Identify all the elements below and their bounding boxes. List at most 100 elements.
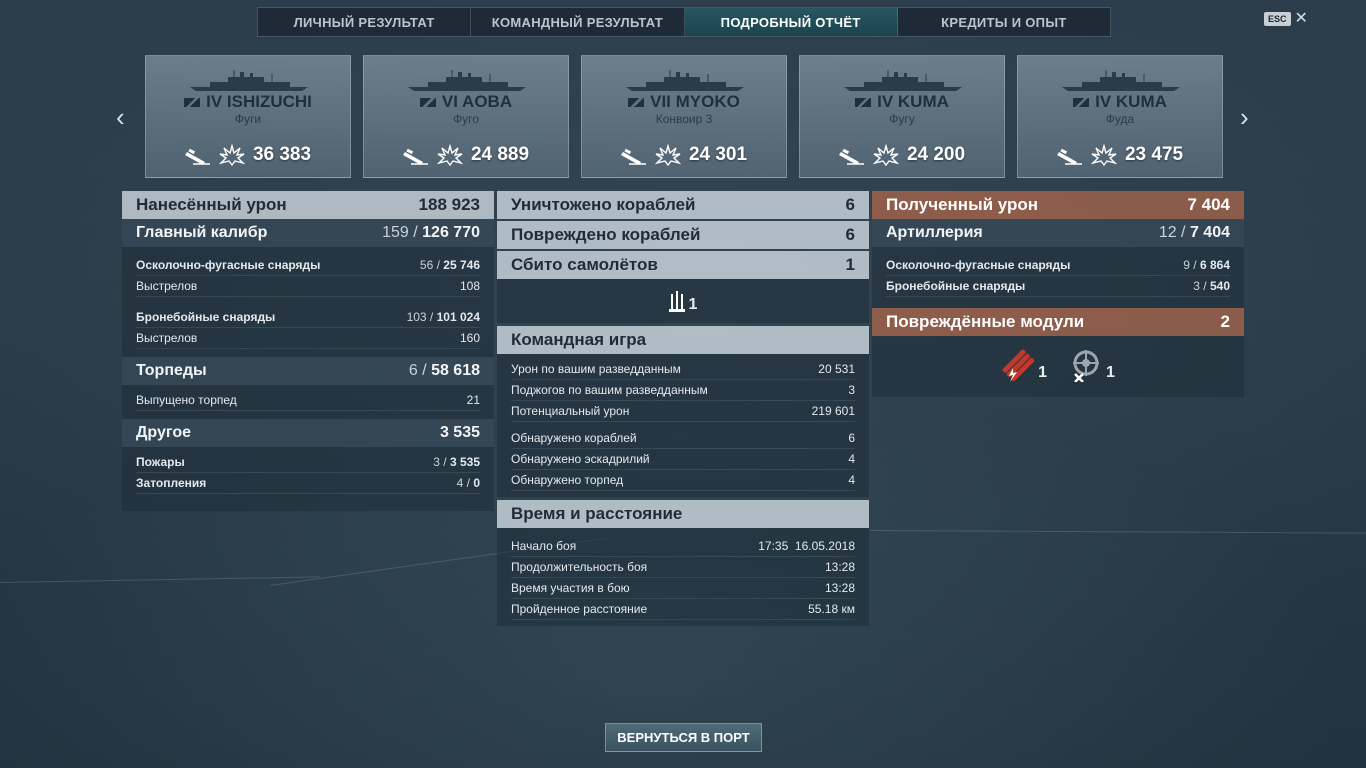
row-value: 17:35 16.05.2018: [758, 539, 855, 553]
team-play-header: Командная игра: [497, 326, 869, 354]
ap-shells-label: Бронебойные снаряды: [136, 310, 276, 324]
ship-card[interactable]: IV KUMA Фуда 23 475: [1017, 55, 1223, 178]
flooding-label: Затопления: [136, 476, 207, 490]
fires-count: 3: [433, 455, 440, 469]
ship-silhouette-icon: [844, 70, 962, 91]
row-label: Начало боя: [511, 539, 577, 553]
nation-flag-icon: [628, 98, 645, 108]
ship-damage-value: 24 200: [906, 144, 966, 165]
row-label: Время участия в бою: [511, 581, 630, 595]
ships-destroyed-label: Уничтожено кораблей: [511, 195, 696, 214]
steering-gear-icon: [1073, 350, 1099, 382]
nation-flag-icon: [855, 98, 872, 108]
row-label: Потенциальный урон: [511, 404, 630, 418]
received-ap-label: Бронебойные снаряды: [886, 279, 1026, 293]
planes-shot-value: 1: [845, 255, 855, 274]
damaged-modules-total: 2: [1220, 312, 1230, 331]
damage-dealt-title: Нанесённый урон: [136, 195, 287, 214]
ap-shots-value: 160: [459, 331, 480, 345]
row-label: Продолжительность боя: [511, 560, 648, 574]
ship-card[interactable]: VI AOBA Фуго 24 889: [363, 55, 569, 178]
artillery-row: Артиллерия 12 / 7 404: [872, 219, 1244, 247]
close-icon: ✕: [1294, 10, 1308, 27]
ship-stats: 24 889: [364, 144, 568, 166]
ship-name: VII MYOKO: [582, 92, 786, 112]
explosion-icon: [436, 144, 463, 166]
received-he-hits: 9: [1183, 258, 1190, 272]
ship-name-text: IV ISHIZUCHI: [206, 92, 312, 111]
next-arrow-icon[interactable]: ›: [1240, 104, 1249, 130]
main-battery-label: Главный калибр: [136, 224, 268, 241]
he-shots-label: Выстрелов: [136, 279, 198, 293]
sinking-ship-icon: [620, 148, 646, 165]
row-value: 3: [848, 383, 855, 397]
row-label: Обнаружено эскадрилий: [511, 452, 650, 466]
he-shots-value: 108: [459, 279, 480, 293]
torpedoes-row: Торпеды 6 / 58 618: [122, 357, 494, 385]
ship-card[interactable]: VII MYOKO Конвоир 3 24 301: [581, 55, 787, 178]
module-item: 1: [1069, 348, 1115, 382]
damage-dealt-header: Нанесённый урон 188 923: [122, 191, 494, 219]
steering-gear-count: 1: [1106, 364, 1115, 381]
time-distance-rows: Начало боя 17:35 16.05.2018 Продолжительн…: [497, 528, 869, 626]
damage-received-header: Полученный урон 7 404: [872, 191, 1244, 219]
ships-destroyed-row: Уничтожено кораблей 6: [497, 191, 869, 219]
list-item: Обнаружено эскадрилий 4: [511, 449, 855, 470]
fires-label: Пожары: [136, 455, 185, 469]
module-item: 1: [1001, 348, 1047, 382]
explosion-icon: [872, 144, 899, 166]
row-label: Пройденное расстояние: [511, 602, 648, 616]
ship-name: IV ISHIZUCHI: [146, 92, 350, 112]
damaged-modules-header: Повреждённые модули 2: [872, 308, 1244, 336]
tab-credits-xp[interactable]: КРЕДИТЫ И ОПЫТ: [898, 8, 1110, 36]
torpedoes-launched-value: 21: [466, 393, 480, 407]
close-button[interactable]: ESC ✕: [1264, 10, 1308, 27]
explosion-icon: [1090, 144, 1117, 166]
list-item: Время участия в бою 13:28: [511, 578, 855, 599]
ships-damaged-label: Повреждено кораблей: [511, 225, 701, 244]
row-value: 4: [848, 473, 855, 487]
nation-flag-icon: [184, 98, 201, 108]
explosion-icon: [218, 144, 245, 166]
tab-personal-result[interactable]: ЛИЧНЫЙ РЕЗУЛЬТАТ: [258, 8, 472, 36]
planes-shot-row: Сбито самолётов 1: [497, 251, 869, 279]
he-shots-row: Выстрелов 108: [136, 276, 480, 297]
torpedoes-damage: 58 618: [431, 362, 480, 379]
tab-detailed-report[interactable]: ПОДРОБНЫЙ ОТЧЁТ: [684, 8, 898, 36]
received-ap-hits: 3: [1193, 279, 1200, 293]
tab-team-result[interactable]: КОМАНДНЫЙ РЕЗУЛЬТАТ: [471, 8, 685, 36]
row-label: Поджогов по вашим разведданным: [511, 383, 708, 397]
ship-damage-value: 24 889: [470, 144, 530, 165]
other-label: Другое: [136, 424, 191, 441]
ap-shells-row: Бронебойные снаряды 103 / 101 024: [136, 307, 480, 328]
other-row: Другое 3 535: [122, 419, 494, 447]
row-value: 219 601: [811, 404, 855, 418]
row-label: Обнаружено кораблей: [511, 431, 637, 445]
prev-arrow-icon[interactable]: ‹: [116, 104, 125, 130]
ship-silhouette-icon: [408, 70, 526, 91]
tab-bar: ЛИЧНЫЙ РЕЗУЛЬТАТ КОМАНДНЫЙ РЕЗУЛЬТАТ ПОД…: [257, 7, 1111, 37]
other-total: 3 535: [439, 424, 480, 441]
aa-gun-icon: [668, 291, 685, 312]
row-label: Урон по вашим разведданным: [511, 362, 681, 376]
ap-shots-row: Выстрелов 160: [136, 328, 480, 349]
list-item: Пройденное расстояние 55.18 км: [511, 599, 855, 620]
main-battery-damage: 126 770: [422, 224, 480, 241]
received-he-label: Осколочно-фугасные снаряды: [886, 258, 1071, 272]
sinking-ship-icon: [838, 148, 864, 165]
ship-name-text: IV KUMA: [1095, 92, 1167, 111]
list-item: Продолжительность боя 13:28: [511, 557, 855, 578]
artillery-label: Артиллерия: [886, 224, 983, 241]
ship-name: VI AOBA: [364, 92, 568, 112]
sinking-ship-icon: [184, 148, 210, 165]
nation-flag-icon: [1073, 98, 1090, 108]
damaged-modules-icons: 1 1: [872, 336, 1244, 382]
ship-card[interactable]: IV ISHIZUCHI Фуги 36 383: [145, 55, 351, 178]
ships-destroyed-value: 6: [845, 195, 855, 214]
return-to-port-button[interactable]: ВЕРНУТЬСЯ В ПОРТ: [605, 723, 762, 752]
team-play-title: Командная игра: [511, 330, 647, 349]
received-ap-damage: 540: [1209, 279, 1230, 293]
ship-card[interactable]: IV KUMA Фугу 24 200: [799, 55, 1005, 178]
planes-shot-detail: 1: [497, 279, 869, 323]
team-play-rows: Урон по вашим разведданным 20 531 Поджого…: [497, 354, 869, 497]
